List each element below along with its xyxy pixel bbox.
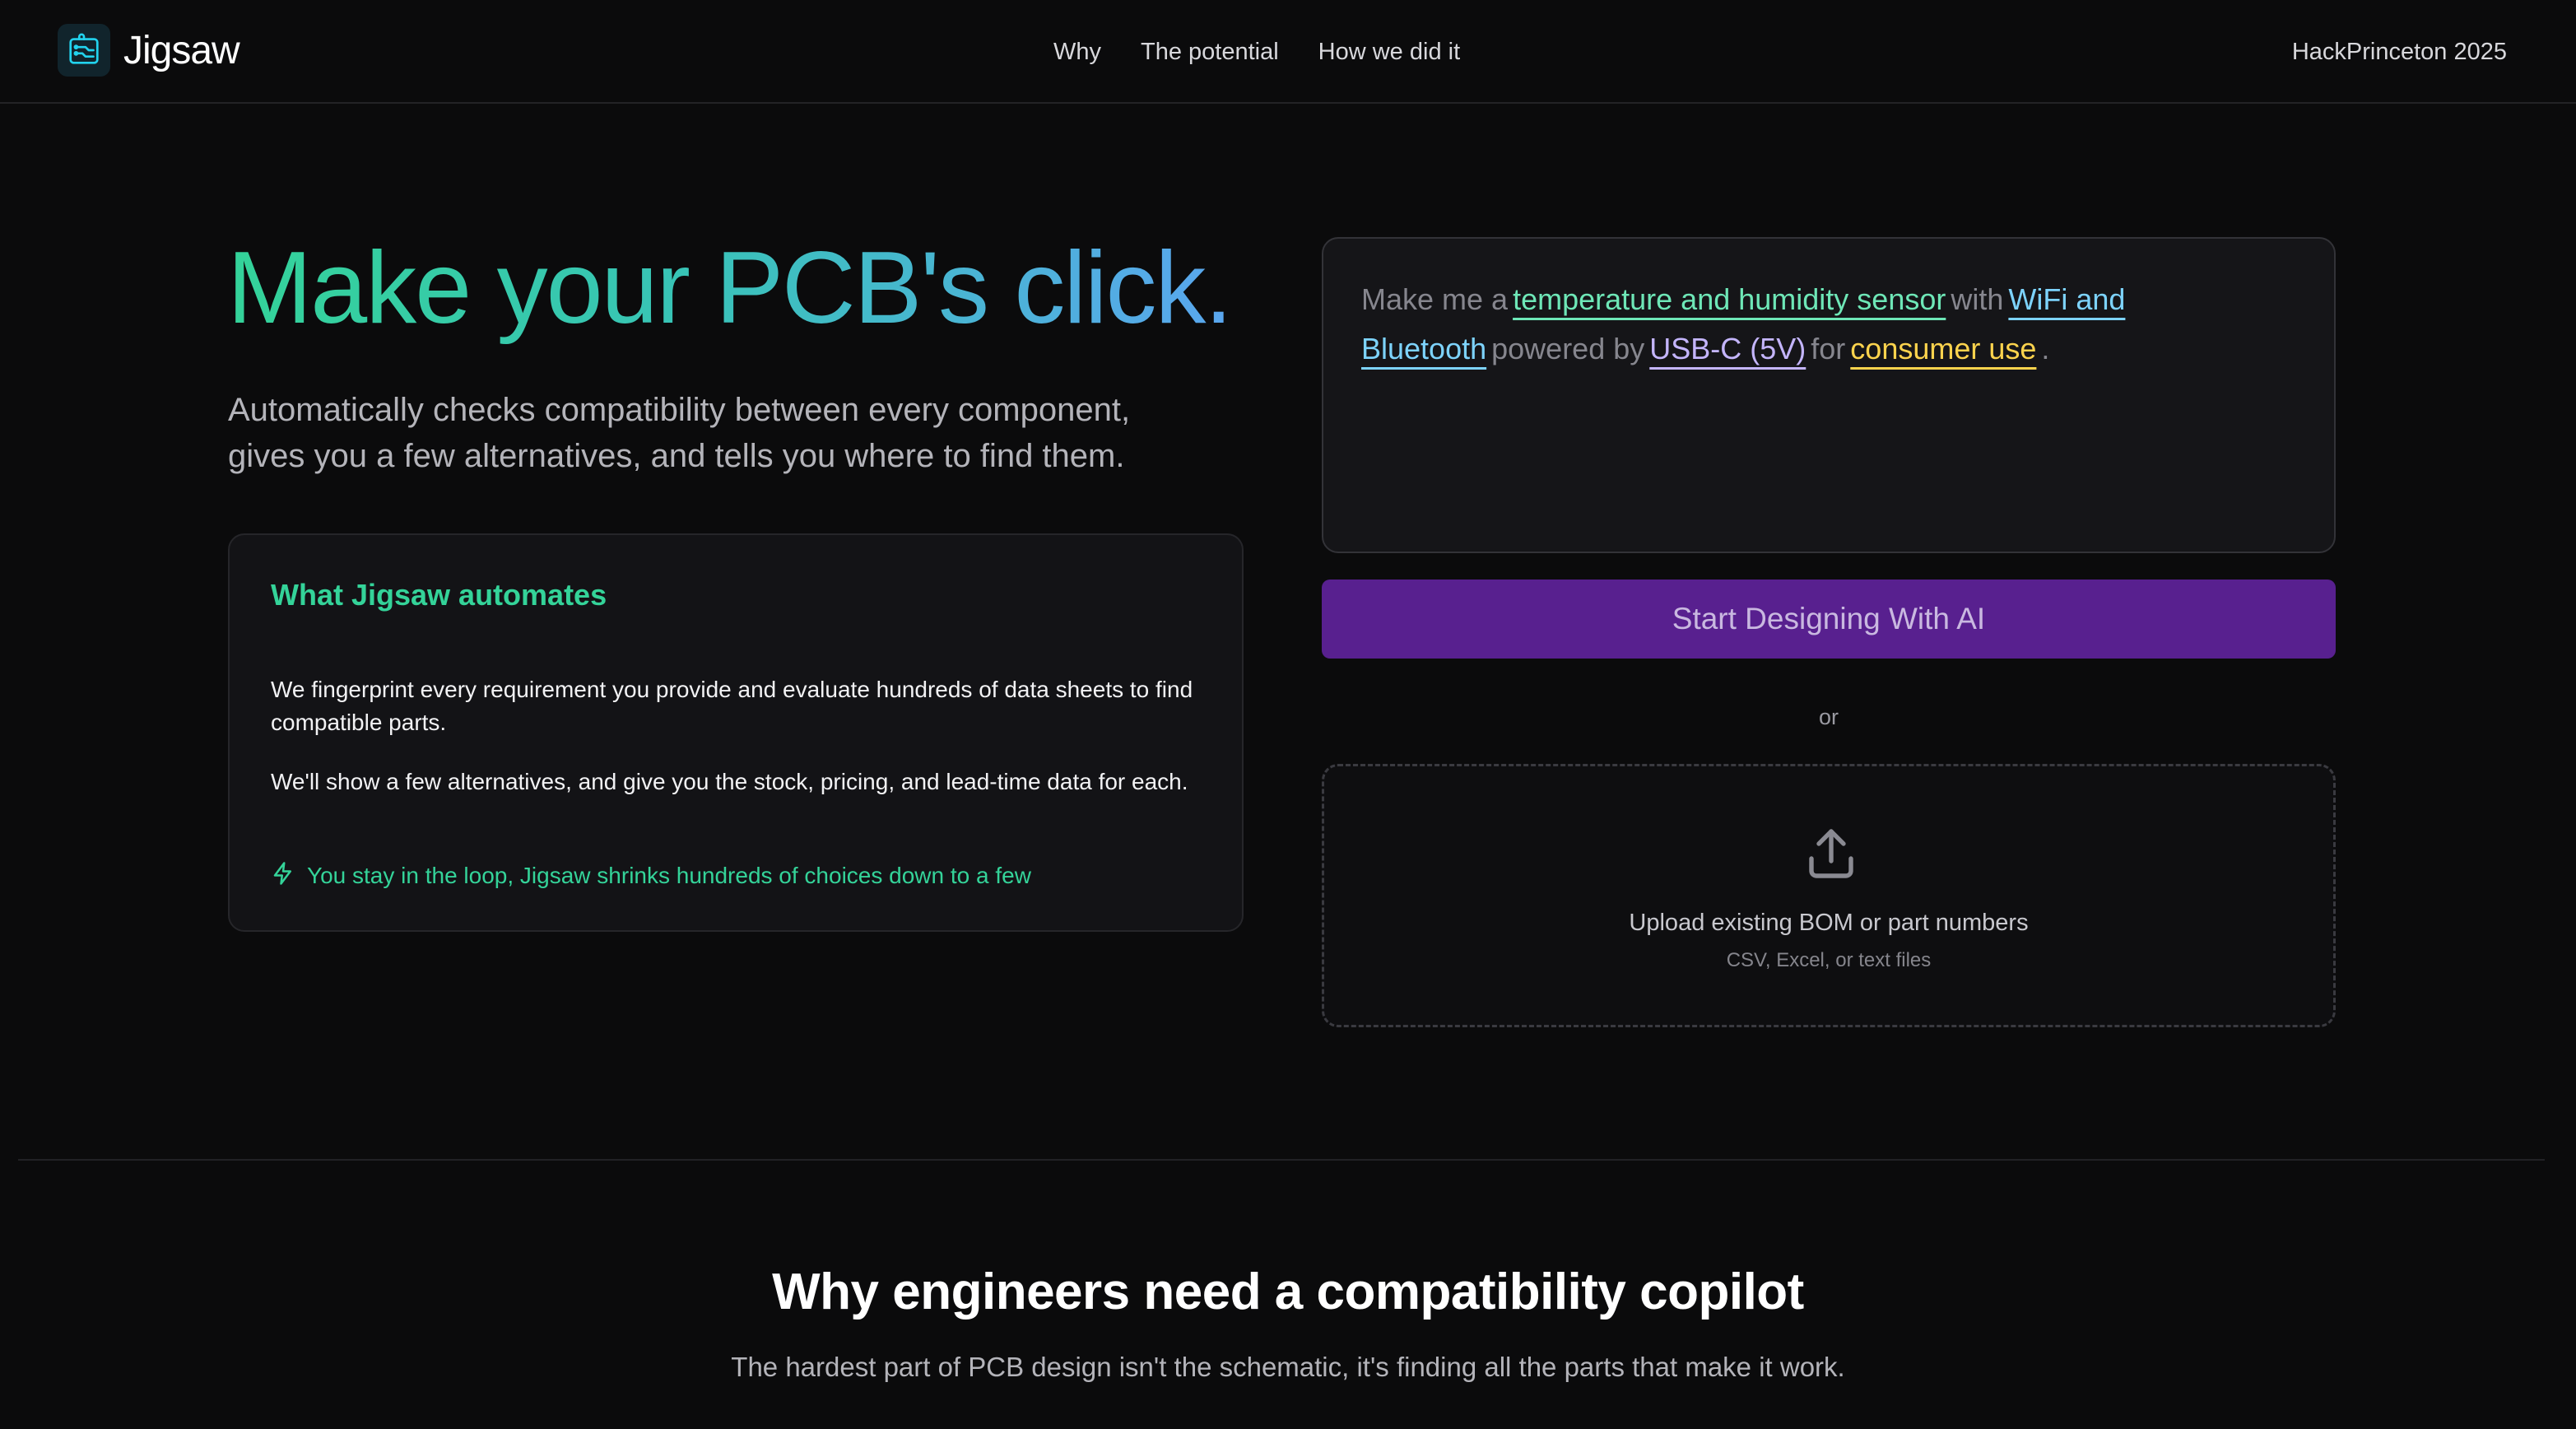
- nav-link-how-we-did-it[interactable]: How we did it: [1318, 39, 1460, 66]
- upload-icon: [1809, 829, 1853, 878]
- prompt-chip-use-case[interactable]: consumer use: [1850, 332, 2036, 365]
- automates-title: What Jigsaw automates: [271, 578, 607, 612]
- prompt-chip-power[interactable]: USB-C (5V): [1649, 332, 1806, 365]
- prompt-text-2: with: [1951, 282, 2004, 316]
- automates-paragraph-1: We fingerprint every requirement you pro…: [271, 677, 1193, 735]
- hero-subtitle: Automatically checks compatibility betwe…: [228, 392, 1131, 474]
- prompt-text-1: Make me a: [1361, 282, 1509, 316]
- hero-title: Make your PCB's click.: [227, 222, 1233, 354]
- prompt-text-5: .: [2041, 332, 2050, 365]
- prompt-chip-device[interactable]: temperature and humidity sensor: [1513, 282, 1946, 316]
- automates-note-text: You stay in the loop, Jigsaw shrinks hun…: [307, 863, 1031, 888]
- start-designing-button[interactable]: Start Designing With AI: [1322, 580, 2336, 659]
- design-prompt-input[interactable]: Make me a temperature and humidity sensor…: [1322, 237, 2336, 553]
- main-nav: Why The potential How we did it: [1053, 33, 1460, 71]
- or-separator: or: [1818, 705, 1839, 729]
- why-section-subtitle: The hardest part of PCB design isn't the…: [731, 1352, 1845, 1382]
- automates-paragraph-2: We'll show a few alternatives, and give …: [271, 769, 1188, 794]
- brand-name: Jigsaw: [123, 28, 240, 72]
- jigsaw-logo-icon: [58, 24, 110, 77]
- lightning-icon: [271, 861, 295, 891]
- top-navbar: Jigsaw Why The potential How we did it H…: [0, 0, 2576, 104]
- prompt-text-4: for: [1811, 332, 1846, 365]
- nav-link-why[interactable]: Why: [1053, 39, 1101, 66]
- upload-file-types: CSV, Excel, or text files: [1726, 949, 1932, 971]
- bom-upload-dropzone[interactable]: Upload existing BOM or part numbers CSV,…: [1322, 764, 2336, 1027]
- automates-note: You stay in the loop, Jigsaw shrinks hun…: [271, 859, 1031, 892]
- event-label: HackPrinceton 2025: [2291, 38, 2507, 65]
- prompt-sentence: Make me a temperature and humidity sensor…: [1361, 275, 2296, 374]
- nav-link-the-potential[interactable]: The potential: [1141, 39, 1279, 66]
- why-section-title: Why engineers need a compatibility copil…: [772, 1264, 1804, 1320]
- section-divider: [18, 1159, 2545, 1161]
- upload-title: Upload existing BOM or part numbers: [1629, 910, 2029, 936]
- prompt-text-3: powered by: [1491, 332, 1645, 365]
- brand-home-link[interactable]: Jigsaw: [58, 23, 240, 77]
- automates-card: What Jigsaw automates We fingerprint eve…: [228, 533, 1244, 932]
